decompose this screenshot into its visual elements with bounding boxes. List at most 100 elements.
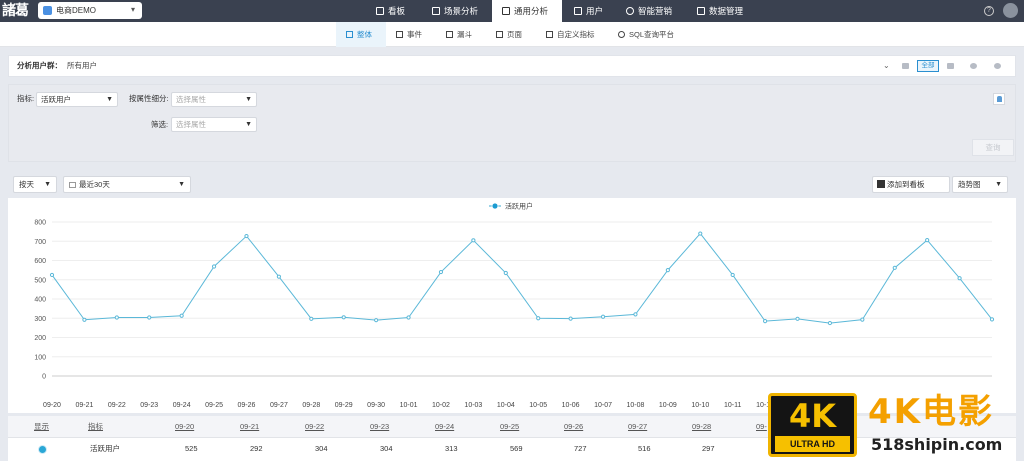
series-toggle-dot[interactable] — [39, 446, 46, 453]
anchor-icon — [432, 7, 440, 15]
chevron-down-icon: ▼ — [106, 96, 113, 103]
data-point — [892, 265, 897, 270]
chevron-down-icon: ▼ — [178, 181, 185, 188]
funnel-icon — [446, 31, 453, 38]
x-tick-label: 09-30 — [367, 402, 385, 409]
nav-item-smart-marketing[interactable]: 智能营销 — [626, 0, 672, 22]
data-point — [309, 316, 314, 321]
watermark-uhd-text: ULTRA HD — [775, 436, 850, 452]
col-header-date[interactable]: 09-23 — [370, 416, 389, 438]
legend-swatch-dot — [491, 202, 499, 210]
col-header-date[interactable]: 09-22 — [305, 416, 324, 438]
col-header-date[interactable]: 09-26 — [564, 416, 583, 438]
dashboard-icon — [376, 7, 384, 15]
tab-overview[interactable]: 整体 — [336, 22, 386, 47]
watermark-overlay: 4K ULTRA HD 4K电影 518shipin.com — [768, 392, 1024, 461]
y-tick-label: 400 — [34, 297, 46, 304]
data-point — [763, 319, 768, 324]
project-selector[interactable]: 电商DEMO ▾ — [38, 2, 142, 19]
date-range-select[interactable]: 最近30天 ▼ — [63, 176, 191, 193]
data-point — [211, 264, 217, 269]
help-icon[interactable]: ? — [984, 6, 994, 16]
data-point — [989, 317, 995, 322]
app-logo[interactable]: 諸葛 — [2, 2, 34, 20]
data-point — [925, 237, 930, 243]
data-point — [730, 272, 735, 278]
data-point — [536, 316, 541, 321]
metric-select[interactable]: 活跃用户 ▼ — [36, 92, 118, 107]
tab-custom-metric[interactable]: 自定义指标 — [546, 22, 595, 47]
col-header-date[interactable]: 09-28 — [692, 416, 711, 438]
nav-item-dashboard[interactable]: 看板 — [376, 0, 405, 22]
x-tick-label: 10-10 — [691, 402, 709, 409]
breakdown-label: 按属性细分: — [129, 94, 169, 103]
list-icon[interactable] — [944, 60, 957, 72]
x-tick-label: 09-25 — [205, 402, 223, 409]
data-point — [179, 313, 184, 318]
user-group-icon[interactable] — [993, 93, 1005, 105]
tab-sql-query[interactable]: SQL查询平台 — [618, 22, 674, 47]
segment-selector[interactable]: 所有用户 — [67, 56, 97, 76]
nav-item-scenario-analysis[interactable]: 场景分析 — [432, 0, 478, 22]
gear-icon[interactable] — [991, 60, 1004, 72]
col-header-show[interactable]: 显示 — [34, 416, 49, 438]
tab-funnel[interactable]: 漏斗 — [446, 22, 472, 47]
monitor-icon[interactable] — [899, 60, 912, 72]
x-tick-label: 09-23 — [140, 402, 158, 409]
filter-label: 筛选: — [151, 120, 169, 129]
col-header-date[interactable]: 09-25 — [500, 416, 519, 438]
granularity-select[interactable]: 按天 ▼ — [13, 176, 57, 193]
breakdown-select[interactable]: 选择属性 ▼ — [171, 92, 257, 107]
nav-item-general-analysis[interactable]: 通用分析 — [492, 0, 562, 22]
filter-select[interactable]: 选择属性 ▼ — [171, 117, 257, 132]
top-navigation-bar: 諸葛 电商DEMO ▾ 看板 场景分析 通用分析 用户 智能营销 数据管理 ? — [0, 0, 1024, 22]
tab-events[interactable]: 事件 — [396, 22, 422, 47]
x-tick-label: 10-09 — [659, 402, 677, 409]
query-button[interactable]: 查询 — [972, 139, 1014, 156]
data-point — [795, 316, 800, 321]
x-tick-label: 09-20 — [43, 402, 61, 409]
avatar[interactable] — [1003, 3, 1018, 18]
col-header-date[interactable]: 09-27 — [628, 416, 647, 438]
user-segment-bar: 分析用户群： 所有用户 ⌄ 全部 — [8, 55, 1016, 77]
row-metric-name: 活跃用户 — [90, 444, 120, 453]
tab-pages[interactable]: 页面 — [496, 22, 522, 47]
col-header-date[interactable]: 09-24 — [435, 416, 454, 438]
col-header-metric[interactable]: 指标 — [88, 416, 103, 438]
chevron-down-icon: ▼ — [245, 121, 252, 128]
project-name: 电商DEMO — [56, 6, 96, 15]
trend-chart: 0 100 200 300 400 500 600 700 800 09-20 09-21 09-22… — [8, 198, 1016, 413]
chart-type-select[interactable]: 趋势图 ▼ — [952, 176, 1008, 193]
x-tick-label: 10-06 — [562, 402, 580, 409]
device-all-button[interactable]: 全部 — [917, 60, 939, 72]
watermark-url: 518shipin.com — [871, 435, 1003, 454]
data-point — [374, 318, 379, 323]
add-to-dashboard-button[interactable]: 添加到看板 — [872, 176, 950, 193]
table-cell: 304 — [315, 444, 328, 453]
data-point — [503, 270, 508, 276]
watermark-badge: 4K ULTRA HD — [768, 393, 857, 457]
table-cell: 727 — [574, 444, 587, 453]
x-tick-label: 10-02 — [432, 402, 450, 409]
col-header-date[interactable]: 09-21 — [240, 416, 259, 438]
table-cell: 569 — [510, 444, 523, 453]
data-point — [568, 316, 573, 321]
chevron-down-icon[interactable]: ⌄ — [883, 56, 890, 76]
y-tick-label: 300 — [34, 316, 46, 323]
col-header-date[interactable]: 09-20 — [175, 416, 194, 438]
x-tick-label: 09-24 — [173, 402, 191, 409]
globe-icon — [626, 7, 634, 15]
nav-item-users[interactable]: 用户 — [574, 0, 603, 22]
nav-item-data-management[interactable]: 数据管理 — [697, 0, 743, 22]
watermark-title: 4K电影 — [868, 392, 995, 432]
y-tick-label: 800 — [34, 220, 46, 227]
trend-chart-svg: 0 100 200 300 400 500 600 700 800 09-20 09-21 09-22… — [34, 202, 995, 409]
col-header-date[interactable]: 09- — [756, 416, 767, 438]
data-point — [406, 315, 411, 320]
apple-icon[interactable] — [967, 60, 980, 72]
chevron-down-icon: ▾ — [130, 5, 135, 14]
chart-controls: 按天 ▼ 最近30天 ▼ 添加到看板 趋势图 ▼ — [8, 173, 1016, 195]
x-tick-label: 09-22 — [108, 402, 126, 409]
chevron-down-icon: ▼ — [44, 181, 51, 188]
data-point — [341, 315, 346, 320]
